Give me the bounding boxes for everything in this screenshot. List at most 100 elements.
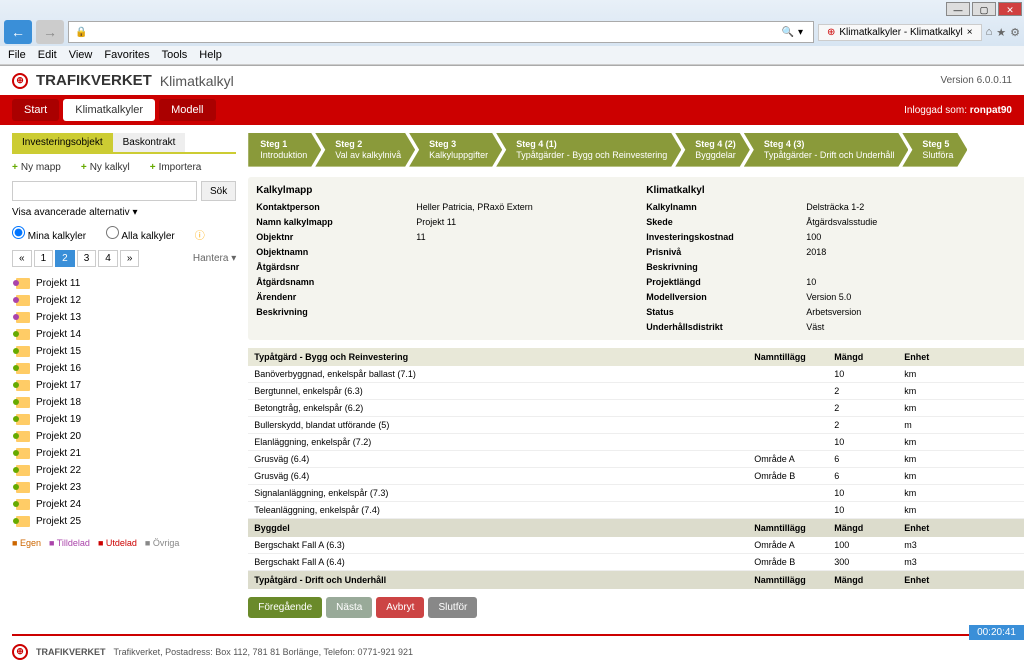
menu-help[interactable]: Help <box>199 49 222 61</box>
info-field: Projekt 11 <box>416 217 646 227</box>
cancel-button[interactable]: Avbryt <box>376 597 424 618</box>
menu-view[interactable]: View <box>69 49 93 61</box>
sidebar: InvesteringsobjektBaskontrakt +Ny mapp +… <box>12 133 236 618</box>
prev-button[interactable]: Föregående <box>248 597 322 618</box>
step[interactable]: Steg 4 (1)Typåtgärder - Bygg och Reinves… <box>496 133 681 167</box>
subtab-investeringsobjekt[interactable]: Investeringsobjekt <box>12 133 113 152</box>
project-item[interactable]: Projekt 16 <box>12 360 236 377</box>
project-item[interactable]: Projekt 21 <box>12 445 236 462</box>
legend: ■ Egen ■ Tilldelad ■ Utdelad ■ Övriga <box>12 538 236 548</box>
step[interactable]: Steg 4 (2)Byggdelar <box>675 133 750 167</box>
project-item[interactable]: Projekt 12 <box>12 292 236 309</box>
minimize-button[interactable]: — <box>946 2 970 16</box>
import-link[interactable]: +Importera <box>150 162 202 173</box>
project-item[interactable]: Projekt 19 <box>12 411 236 428</box>
page-«[interactable]: « <box>12 250 32 267</box>
info-field: Arbetsversion <box>806 307 1024 317</box>
page-3[interactable]: 3 <box>77 250 97 267</box>
next-button[interactable]: Nästa <box>326 597 372 618</box>
wizard-steps: Steg 1IntroduktionSteg 2Val av kalkylniv… <box>248 133 1024 167</box>
menu-tools[interactable]: Tools <box>162 49 188 61</box>
table-row[interactable]: Bergschakt Fall A (6.4)Område B300m3 <box>248 553 1024 570</box>
step[interactable]: Steg 1Introduktion <box>248 133 321 167</box>
info-field: Delsträcka 1-2 <box>806 202 1024 212</box>
table-row[interactable]: Elanläggning, enkelspår (7.2)10km <box>248 433 1024 450</box>
project-item[interactable]: Projekt 20 <box>12 428 236 445</box>
search-input[interactable] <box>12 181 197 201</box>
step[interactable]: Steg 3Kalkyluppgifter <box>409 133 502 167</box>
tab-klimatkalkyler[interactable]: Klimatkalkyler <box>63 99 155 121</box>
folder-icon <box>16 363 30 374</box>
info-field: Väst <box>806 322 1024 332</box>
info-field: Skede <box>646 217 806 227</box>
info-field: Åtgärdsnamn <box>256 277 416 287</box>
tab-modell[interactable]: Modell <box>159 99 215 121</box>
table-row[interactable]: Bullerskydd, blandat utförande (5)2m <box>248 416 1024 433</box>
table-row[interactable]: Betongtråg, enkelspår (6.2)2km <box>248 399 1024 416</box>
table-row[interactable]: Grusväg (6.4)Område B6km <box>248 467 1024 484</box>
project-item[interactable]: Projekt 11 <box>12 275 236 292</box>
address-bar[interactable]: 🔒 🔍 ▾ <box>68 21 814 43</box>
project-item[interactable]: Projekt 15 <box>12 343 236 360</box>
step[interactable]: Steg 4 (3)Typåtgärder - Drift och Underh… <box>744 133 909 167</box>
table-row[interactable]: Bergschakt Fall A (6.3)Område A100m3 <box>248 537 1024 554</box>
table-row[interactable]: Grusväg (6.4)Område A6km <box>248 450 1024 467</box>
info-field: Underhållsdistrikt <box>646 322 806 332</box>
login-info: Inloggad som: ronpat90 <box>904 105 1012 116</box>
hantera-dropdown[interactable]: Hantera ▾ <box>193 253 236 264</box>
action-buttons: Föregående Nästa Avbryt Slutför <box>248 597 1024 618</box>
menu-favorites[interactable]: Favorites <box>104 49 149 61</box>
browser-tab[interactable]: ⊕ Klimatkalkyler - Klimatkalkyl × <box>818 24 982 41</box>
table-row[interactable]: Teleanläggning, enkelspår (7.4)10km <box>248 501 1024 518</box>
project-item[interactable]: Projekt 22 <box>12 462 236 479</box>
favorites-icon[interactable]: ★ <box>996 26 1006 39</box>
table-row[interactable]: Signalanläggning, enkelspår (7.3)10km <box>248 484 1024 501</box>
page-4[interactable]: 4 <box>98 250 118 267</box>
home-icon[interactable]: ⌂ <box>986 26 993 39</box>
page-»[interactable]: » <box>120 250 140 267</box>
info-icon[interactable]: ⓘ <box>195 227 205 242</box>
forward-button[interactable]: → <box>36 20 64 44</box>
table-row[interactable]: Bergtunnel, enkelspår (6.3)2km <box>248 382 1024 399</box>
menu-file[interactable]: File <box>8 49 26 61</box>
step[interactable]: Steg 2Val av kalkylnivå <box>315 133 415 167</box>
advanced-toggle[interactable]: Visa avancerade alternativ ▾ <box>12 207 236 218</box>
info-field: Åtgärdsvalsstudie <box>806 217 1024 227</box>
menu-bar: File Edit View Favorites Tools Help <box>0 46 1024 65</box>
new-folder-link[interactable]: +Ny mapp <box>12 162 61 173</box>
info-field: 10 <box>806 277 1024 287</box>
app-header: ⊕ TRAFIKVERKET Klimatkalkyl Version 6.0.… <box>0 66 1024 95</box>
menu-edit[interactable]: Edit <box>38 49 57 61</box>
project-item[interactable]: Projekt 13 <box>12 309 236 326</box>
project-item[interactable]: Projekt 25 <box>12 513 236 530</box>
version-label: Version 6.0.0.11 <box>940 75 1012 86</box>
project-item[interactable]: Projekt 14 <box>12 326 236 343</box>
info-field: Heller Patricia, PRaxö Extern <box>416 202 646 212</box>
back-button[interactable]: ← <box>4 20 32 44</box>
finish-button[interactable]: Slutför <box>428 597 477 618</box>
project-name: Projekt 12 <box>36 295 81 306</box>
tab-close-icon[interactable]: × <box>967 27 973 38</box>
project-item[interactable]: Projekt 23 <box>12 479 236 496</box>
page-1[interactable]: 1 <box>34 250 54 267</box>
tab-start[interactable]: Start <box>12 99 59 121</box>
radio-mine[interactable]: Mina kalkyler <box>12 226 86 242</box>
tools-icon[interactable]: ⚙ <box>1010 26 1020 39</box>
project-item[interactable]: Projekt 18 <box>12 394 236 411</box>
folder-icon <box>16 516 30 527</box>
subtab-baskontrakt[interactable]: Baskontrakt <box>113 133 186 152</box>
brand-name: TRAFIKVERKET <box>36 72 152 89</box>
project-item[interactable]: Projekt 24 <box>12 496 236 513</box>
table-row[interactable]: Banöverbyggnad, enkelspår ballast (7.1)1… <box>248 366 1024 383</box>
page-2[interactable]: 2 <box>55 250 75 267</box>
step[interactable]: Steg 5Slutföra <box>902 133 967 167</box>
search-button[interactable]: Sök <box>201 181 236 201</box>
project-item[interactable]: Projekt 17 <box>12 377 236 394</box>
maximize-button[interactable]: ▢ <box>972 2 996 16</box>
project-name: Projekt 18 <box>36 397 81 408</box>
info-field: Objektnamn <box>256 247 416 257</box>
close-button[interactable]: ✕ <box>998 2 1022 16</box>
radio-all[interactable]: Alla kalkyler <box>106 226 175 242</box>
info-field: Objektnr <box>256 232 416 242</box>
new-calc-link[interactable]: +Ny kalkyl <box>81 162 130 173</box>
